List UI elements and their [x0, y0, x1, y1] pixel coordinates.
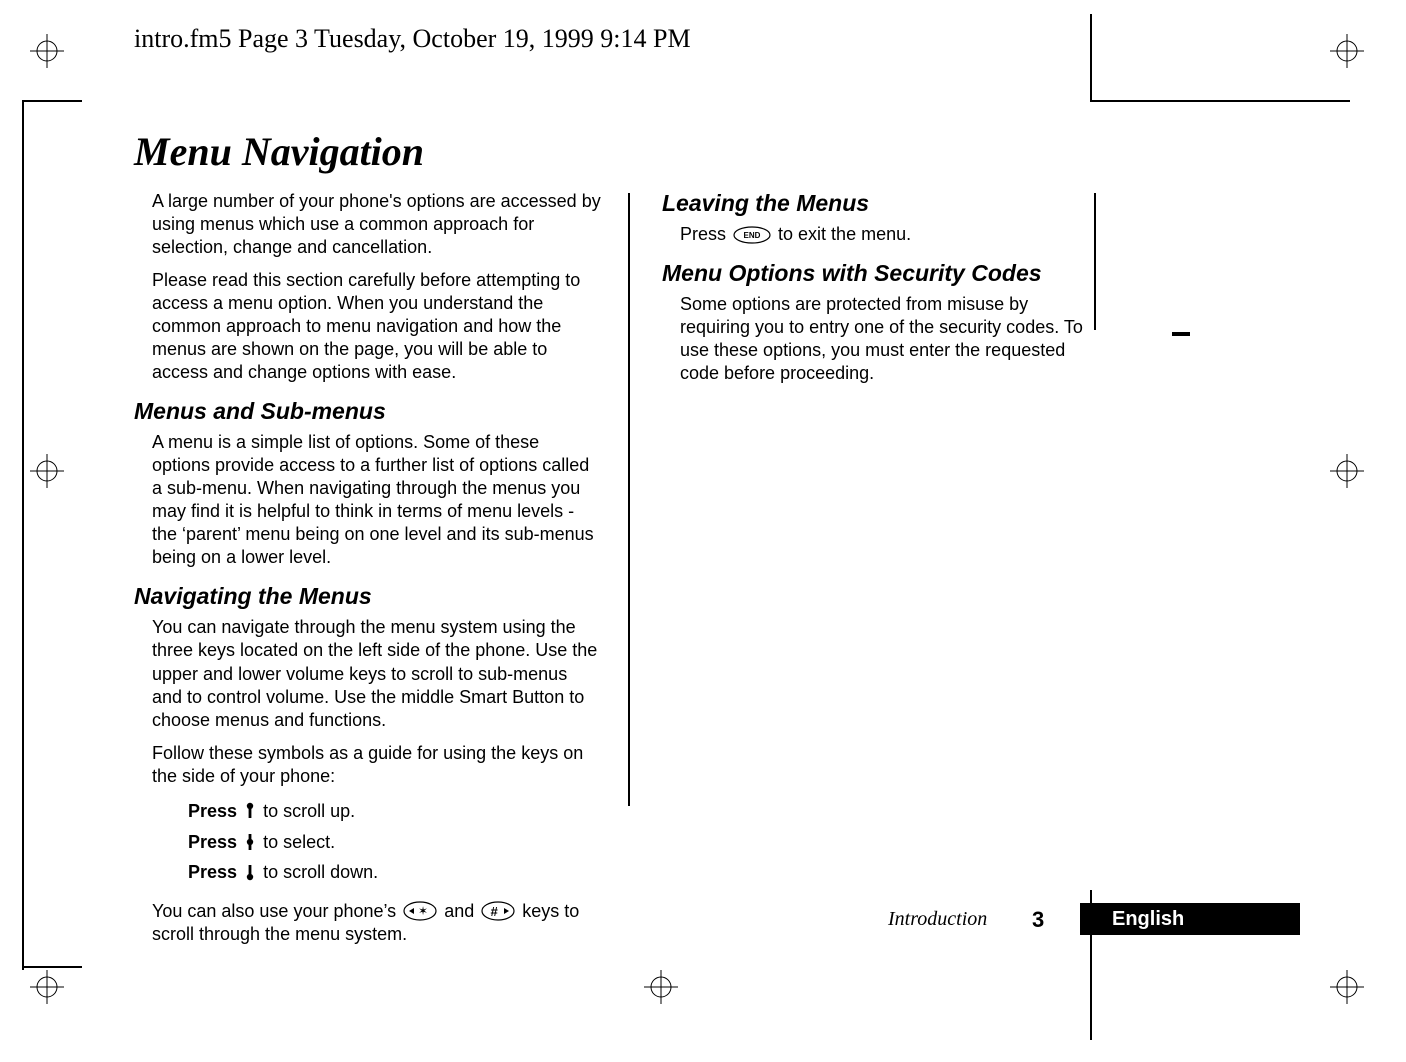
svg-text:✶: ✶ — [418, 904, 428, 918]
page-title: Menu Navigation — [134, 128, 424, 175]
section-heading: Navigating the Menus — [134, 583, 602, 610]
body-text: Follow these symbols as a guide for usin… — [134, 742, 602, 788]
svg-text:#: # — [491, 904, 499, 919]
crop-guide — [1090, 14, 1092, 100]
crop-guide — [1090, 100, 1350, 102]
crop-mark-icon — [1330, 34, 1364, 68]
body-text: Some options are protected from misuse b… — [662, 293, 1102, 385]
press-label: Press — [188, 832, 242, 852]
scroll-down-icon — [244, 862, 256, 890]
footer-section: Introduction — [888, 908, 987, 931]
press-text: to scroll up. — [263, 801, 355, 821]
body-text: You can also use your phone’s ✶ and # ke… — [134, 900, 602, 946]
svg-text:END: END — [744, 231, 761, 240]
end-key-icon: END — [733, 226, 771, 244]
footer-page-number: 3 — [1032, 907, 1044, 933]
scroll-up-icon — [244, 801, 256, 829]
crop-mark-icon — [30, 454, 64, 488]
section-heading: Menus and Sub-menus — [134, 398, 602, 425]
hash-key-icon: # — [481, 901, 515, 921]
crop-guide — [22, 100, 24, 970]
body-text: Please read this section carefully befor… — [134, 269, 602, 384]
footer-language-badge: English — [1080, 903, 1300, 935]
crop-mark-icon — [1330, 970, 1364, 1004]
body-text: Press END to exit the menu. — [662, 223, 1102, 246]
body-text: A menu is a simple list of options. Some… — [134, 431, 602, 569]
press-text: to select. — [263, 832, 335, 852]
crop-guide — [22, 966, 82, 968]
press-text: to scroll down. — [263, 862, 378, 882]
body-text: A large number of your phone's options a… — [134, 190, 602, 259]
crop-mark-icon — [30, 970, 64, 1004]
crop-guide — [22, 100, 82, 102]
crop-mark-icon — [644, 970, 678, 1004]
section-heading: Menu Options with Security Codes — [662, 260, 1102, 287]
section-heading: Leaving the Menus — [662, 190, 1102, 217]
star-key-icon: ✶ — [403, 901, 437, 921]
key-instruction-list: Press to scroll up. Press to select. Pre… — [188, 798, 602, 891]
framemaker-header: intro.fm5 Page 3 Tuesday, October 19, 19… — [134, 24, 691, 54]
select-icon — [244, 832, 256, 860]
crop-mark-icon — [30, 34, 64, 68]
crop-mark-icon — [1330, 454, 1364, 488]
press-label: Press — [188, 862, 242, 882]
body-text: You can navigate through the menu system… — [134, 616, 602, 731]
press-label: Press — [188, 801, 242, 821]
